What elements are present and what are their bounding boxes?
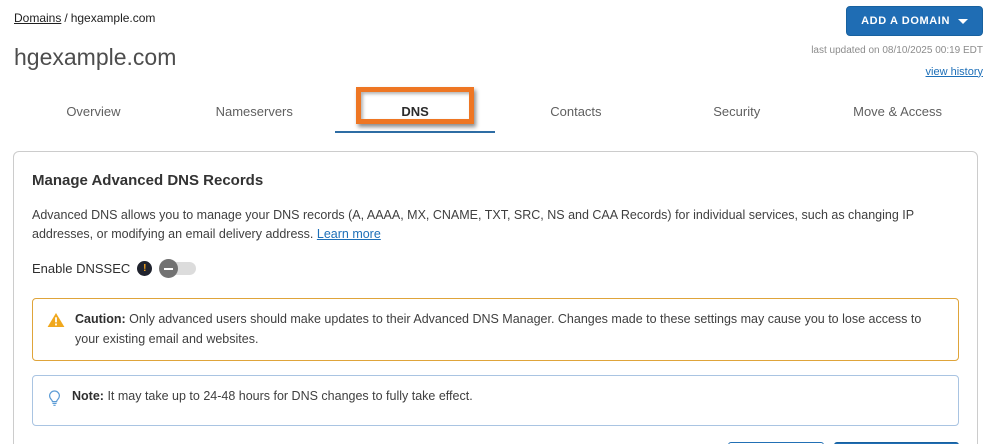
- top-bar: Domains / hgexample.com ADD A DOMAIN: [0, 0, 994, 36]
- tab-nameservers[interactable]: Nameservers: [174, 98, 335, 133]
- warning-triangle-icon: [47, 310, 65, 334]
- caution-body: Only advanced users should make updates …: [75, 312, 922, 346]
- learn-more-link[interactable]: Learn more: [317, 227, 381, 241]
- dnssec-row: Enable DNSSEC !: [32, 259, 959, 279]
- update-meta: last updated on 08/10/2025 00:19 EDT vie…: [811, 44, 983, 82]
- breadcrumb-separator: /: [64, 11, 68, 25]
- add-a-domain-button[interactable]: ADD A DOMAIN: [846, 6, 983, 36]
- tab-security[interactable]: Security: [656, 98, 817, 133]
- note-body: It may take up to 24-48 hours for DNS ch…: [107, 389, 473, 404]
- tab-contacts[interactable]: Contacts: [495, 98, 656, 133]
- caution-text: Caution: Only advanced users should make…: [75, 310, 944, 349]
- add-a-domain-label: ADD A DOMAIN: [861, 15, 950, 27]
- tab-bar: Overview Nameservers DNS Contacts Securi…: [13, 98, 978, 133]
- caution-banner: Caution: Only advanced users should make…: [32, 298, 959, 362]
- note-label: Note:: [72, 389, 104, 404]
- dnssec-label: Enable DNSSEC: [32, 261, 131, 277]
- tab-move-access[interactable]: Move & Access: [817, 98, 978, 133]
- view-history-link[interactable]: view history: [926, 65, 983, 81]
- lightbulb-icon: [47, 387, 62, 413]
- breadcrumb: Domains / hgexample.com: [14, 6, 155, 25]
- tab-overview[interactable]: Overview: [13, 98, 174, 133]
- toggle-knob: [159, 259, 179, 279]
- alert-info-icon[interactable]: !: [137, 261, 153, 277]
- dnssec-toggle[interactable]: [159, 259, 197, 279]
- description-text: Advanced DNS allows you to manage your D…: [32, 207, 914, 242]
- breadcrumb-current: hgexample.com: [70, 11, 156, 25]
- caution-label: Caution:: [75, 312, 126, 327]
- last-updated-text: last updated on 08/10/2025 00:19 EDT: [811, 45, 983, 56]
- card-heading: Manage Advanced DNS Records: [32, 171, 264, 189]
- breadcrumb-domains-link[interactable]: Domains: [14, 11, 61, 25]
- title-row: hgexample.com last updated on 08/10/2025…: [0, 36, 994, 82]
- note-banner: Note: It may take up to 24-48 hours for …: [32, 375, 959, 426]
- page-title: hgexample.com: [14, 44, 177, 70]
- dns-manager-card: Manage Advanced DNS Records Advanced DNS…: [13, 150, 978, 444]
- tab-dns[interactable]: DNS: [334, 98, 496, 133]
- caret-down-icon: [958, 18, 968, 24]
- note-text: Note: It may take up to 24-48 hours for …: [72, 387, 473, 406]
- card-description: Advanced DNS allows you to manage your D…: [32, 206, 957, 245]
